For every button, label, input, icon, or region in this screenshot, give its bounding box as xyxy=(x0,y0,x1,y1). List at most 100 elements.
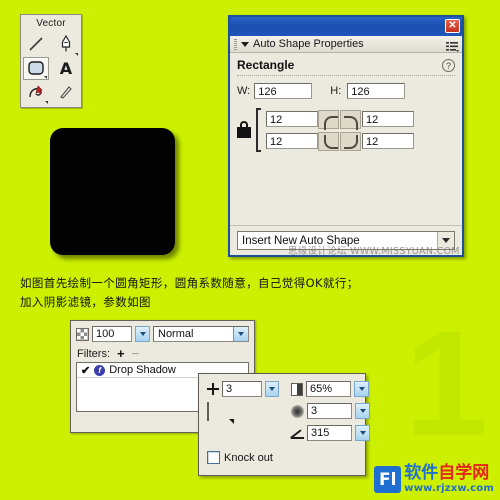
remove-filter-icon[interactable]: − xyxy=(132,347,140,360)
distance-row: 3 xyxy=(207,381,279,397)
distance-move-icon xyxy=(207,383,219,395)
shadow-color-row xyxy=(207,402,279,424)
text-tool[interactable]: A xyxy=(53,57,79,80)
shadow-color-swatch[interactable] xyxy=(207,402,234,424)
svg-text:A: A xyxy=(60,59,73,77)
shape-tool-flyout-arrow[interactable] xyxy=(44,75,47,79)
width-label: W: xyxy=(237,85,251,97)
pen-tool-flyout-arrow[interactable] xyxy=(75,52,78,56)
softness-row: 3 xyxy=(291,403,370,419)
corner-top-left-icon[interactable] xyxy=(318,109,339,130)
angle-stepper[interactable] xyxy=(355,425,370,441)
shadow-opacity-row: 65% xyxy=(291,381,370,397)
distance-stepper[interactable] xyxy=(265,381,279,397)
vector-panel-title: Vector xyxy=(36,18,66,29)
corner-radius-block: 12 12 12 12 xyxy=(237,108,455,152)
angle-icon xyxy=(291,428,304,439)
instruction-note: 如图首先绘制一个圆角矩形，圆角系数随意，自己觉得OK就行； 加入阴影滤镜，参数如… xyxy=(20,274,359,312)
shadow-opacity-input[interactable]: 65% xyxy=(306,381,351,397)
panel-options-menu-icon[interactable] xyxy=(446,39,459,52)
panel-header: Auto Shape Properties xyxy=(230,36,462,53)
add-filter-icon[interactable]: + xyxy=(117,347,125,360)
text-a-icon: A xyxy=(60,59,73,77)
lock-icon[interactable] xyxy=(237,121,251,139)
height-input[interactable]: 126 xyxy=(347,83,406,99)
opacity-contrast-icon xyxy=(291,382,303,396)
filter-enabled-check-icon[interactable]: ✔ xyxy=(81,364,90,377)
freeform-tool-flyout-arrow[interactable] xyxy=(45,100,48,104)
drag-grip-icon[interactable] xyxy=(234,38,237,50)
rounded-rectangle-shape[interactable] xyxy=(50,128,175,255)
background-number-watermark: 1 xyxy=(404,299,488,467)
site-logo: Fl 软件自学网 www.rjzxw.com xyxy=(374,465,494,494)
knock-out-label: Knock out xyxy=(224,451,273,464)
height-label: H: xyxy=(330,85,342,97)
corner-top-right-input[interactable]: 12 xyxy=(362,111,414,127)
angle-row: 315 xyxy=(291,425,370,441)
blend-mode-value: Normal xyxy=(158,328,194,340)
close-icon[interactable]: ✕ xyxy=(445,19,460,33)
blend-mode-select[interactable]: Normal xyxy=(153,326,249,342)
panel-title: Auto Shape Properties xyxy=(253,38,364,50)
shape-name-label: Rectangle xyxy=(237,58,295,72)
rounded-rectangle-tool[interactable] xyxy=(23,56,49,80)
knife-icon xyxy=(60,86,72,99)
logo-url: www.rjzxw.com xyxy=(404,483,494,494)
width-height-row: W: 126 H: 126 xyxy=(237,83,455,99)
blend-mode-chevron-down-icon[interactable] xyxy=(233,327,248,341)
opacity-blend-row: 100 Normal xyxy=(71,321,254,342)
corner-top-right-icon[interactable] xyxy=(340,109,361,130)
opacity-stepper[interactable] xyxy=(135,326,150,342)
filters-toolbar: Filters: + − xyxy=(71,342,254,362)
shape-name-row: Rectangle ? xyxy=(237,58,455,76)
drop-shadow-settings-popup: 3 65% 3 315 Knock out xyxy=(198,373,370,476)
filters-label: Filters: xyxy=(77,348,110,360)
group-bracket xyxy=(256,108,261,152)
help-icon[interactable]: ? xyxy=(442,58,455,72)
softness-blur-icon xyxy=(291,404,304,418)
filter-name-label: Drop Shadow xyxy=(109,364,176,376)
corner-top-left-input[interactable]: 12 xyxy=(266,111,318,127)
collapse-arrow-icon[interactable] xyxy=(241,41,249,47)
freeform-tool[interactable] xyxy=(23,81,49,104)
color-picker-arrow-icon[interactable] xyxy=(229,419,234,424)
filter-effect-badge-icon: f xyxy=(94,364,106,376)
shadow-opacity-stepper[interactable] xyxy=(354,381,369,397)
pen-icon xyxy=(61,35,71,52)
auto-shape-properties-window: ✕ Auto Shape Properties Rectangle ? W: 1… xyxy=(228,15,464,257)
knock-out-row[interactable]: Knock out xyxy=(207,451,357,464)
logo-text-block: 软件自学网 www.rjzxw.com xyxy=(404,465,494,494)
vector-tool-grid: A xyxy=(21,32,81,104)
corner-bottom-left-icon[interactable] xyxy=(318,131,339,151)
instruction-line-1: 如图首先绘制一个圆角矩形，圆角系数随意，自己觉得OK就行； xyxy=(20,276,359,290)
corner-radius-grid: 12 12 12 12 xyxy=(266,109,414,151)
corner-bottom-right-input[interactable]: 12 xyxy=(362,133,414,149)
drop-shadow-right-column: 65% 3 315 xyxy=(291,381,370,447)
knock-out-checkbox[interactable] xyxy=(207,451,220,464)
vector-tool-panel: Vector A xyxy=(20,14,82,108)
knife-tool[interactable] xyxy=(53,81,79,104)
corner-bottom-right-icon[interactable] xyxy=(340,131,361,151)
drop-shadow-left-column: 3 xyxy=(207,381,279,447)
rounded-rect-icon xyxy=(28,61,44,75)
drop-shadow-columns: 3 65% 3 315 xyxy=(207,381,370,447)
pen-tool[interactable] xyxy=(53,33,79,56)
softness-input[interactable]: 3 xyxy=(307,403,352,419)
opacity-input[interactable]: 100 xyxy=(92,326,132,342)
freeform-pointer-icon xyxy=(29,85,43,98)
transparency-checker-icon xyxy=(76,327,89,341)
width-input[interactable]: 126 xyxy=(254,83,313,99)
forum-watermark: 思缘设计论坛 WWW.MISSYUAN.COM xyxy=(288,246,460,257)
angle-input[interactable]: 315 xyxy=(307,425,352,441)
logo-mark-icon: Fl xyxy=(374,466,402,493)
distance-input[interactable]: 3 xyxy=(222,381,263,397)
line-tool[interactable] xyxy=(23,33,49,56)
logo-cn-blue: 软件 xyxy=(404,463,439,483)
instruction-line-2: 加入阴影滤镜，参数如图 xyxy=(20,295,151,309)
softness-stepper[interactable] xyxy=(355,403,370,419)
corner-bottom-left-input[interactable]: 12 xyxy=(266,133,318,149)
logo-cn-red: 自学网 xyxy=(438,463,490,483)
window-titlebar[interactable]: ✕ xyxy=(230,17,462,36)
line-icon xyxy=(29,37,43,51)
logo-chinese-name: 软件自学网 xyxy=(404,465,494,482)
